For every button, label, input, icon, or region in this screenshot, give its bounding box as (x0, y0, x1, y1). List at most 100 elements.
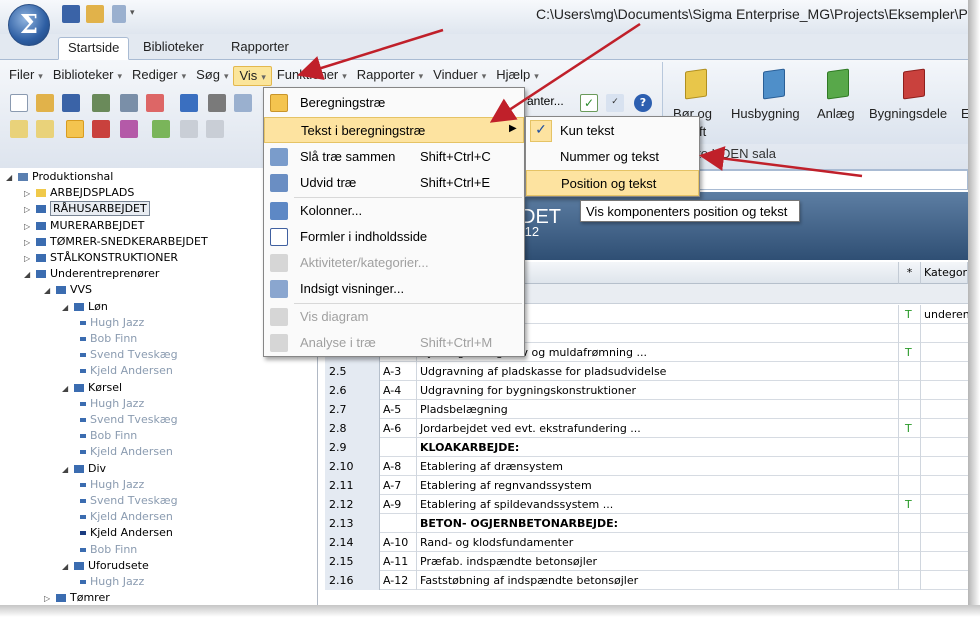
submenu-item-position-og-tekst[interactable]: Position og tekst (526, 170, 699, 196)
expand-toggle-icon[interactable]: ◢ (62, 384, 72, 393)
tree-structure-icon[interactable] (120, 94, 138, 112)
table-view-icon[interactable] (92, 120, 110, 138)
submenu-item-kun-tekst[interactable]: ✓ Kun tekst (526, 118, 699, 144)
tree-node[interactable]: ▷ STÅLKONSTRUKTIONER (24, 251, 178, 267)
tree-node[interactable]: Bob Finn (80, 332, 137, 348)
tree-node[interactable]: ◢ Kørsel (62, 381, 122, 397)
tree-node[interactable]: Bob Finn (80, 429, 137, 445)
tree-node[interactable]: Svend Tveskæg (80, 413, 178, 429)
tree-node[interactable]: ◢ Løn (62, 300, 108, 316)
menu-item-kolonner[interactable]: Kolonner... (264, 198, 524, 224)
expand-toggle-icon[interactable]: ▷ (24, 205, 34, 214)
tree-node[interactable]: Hugh Jazz (80, 397, 144, 413)
chart-icon[interactable] (120, 120, 138, 138)
expand-toggle-icon[interactable]: ▷ (24, 222, 34, 231)
table-row[interactable]: 2.14 A-10 Rand- og klodsfundamenter (325, 533, 968, 552)
grid-header-kategori[interactable]: Kategori (921, 262, 970, 284)
menu-item-indsigt[interactable]: Indsigt visninger... (264, 276, 524, 302)
table-row[interactable]: 2.12 A-9 Etablering af spildevandssystem .… (325, 495, 968, 514)
tree-node[interactable]: Hugh Jazz (80, 575, 144, 591)
table-row[interactable]: 2.11 A-7 Etablering af regnvandssystem (325, 476, 968, 495)
expand-toggle-icon[interactable]: ▷ (44, 594, 54, 603)
tree-node[interactable]: Kjeld Andersen (80, 510, 173, 526)
tree-node[interactable]: ◢ Produktionshal (6, 170, 113, 186)
book-label-husbygning[interactable]: Husbygning (731, 106, 800, 121)
undo-icon[interactable] (112, 5, 126, 23)
table-row[interactable]: 2.8 A-6 Jordarbejdet ved evt. ekstrafunder… (325, 419, 968, 438)
tree-node[interactable]: Kjeld Andersen (80, 445, 173, 461)
expand-toggle-icon[interactable]: ▷ (24, 189, 34, 198)
save-icon[interactable] (62, 94, 80, 112)
book-icon[interactable] (685, 68, 707, 100)
expand-toggle-icon[interactable]: ▷ (24, 254, 34, 263)
menu-biblioteker[interactable]: Biblioteker ▾ (48, 66, 127, 86)
expand-toggle-icon[interactable]: ◢ (24, 270, 34, 279)
table-row[interactable]: 2.15 A-11 Præfab. indspændte betonsøjler (325, 552, 968, 571)
menu-item-formler[interactable]: Formler i indholdsside (264, 224, 524, 250)
tab-startside[interactable]: Startside (58, 37, 130, 60)
menu-vinduer[interactable]: Vinduer ▾ (428, 66, 491, 86)
table-row[interactable]: 2.6 A-4 Udgravning for bygningskonstruktio… (325, 381, 968, 400)
menu-hjaelp[interactable]: Hjælp ▾ (491, 66, 544, 86)
graph-icon[interactable] (152, 120, 170, 138)
menu-item-udvid-trae[interactable]: Udvid træ Shift+Ctrl+E (264, 170, 524, 196)
ribbon-partial-button[interactable]: anter... (527, 94, 564, 108)
tree-node[interactable]: ◢ Div (62, 462, 106, 478)
tree-node[interactable]: Hugh Jazz (80, 316, 144, 332)
grid-header-star[interactable]: * (899, 262, 921, 284)
book-label-anlaeg[interactable]: Anlæg (817, 106, 855, 121)
menu-filer[interactable]: Filer ▾ (4, 66, 48, 86)
help-icon[interactable]: ? (634, 94, 652, 112)
menu-funktioner[interactable]: Funktioner ▾ (272, 66, 352, 86)
menu-item-beregningstrae[interactable]: Beregningstræ (264, 90, 524, 116)
menu-item-tekst-i-beregningstrae[interactable]: Tekst i beregningstræ ▶ (264, 117, 524, 143)
expand-toggle-icon[interactable]: ◢ (44, 286, 54, 295)
quick-access-dropdown-icon[interactable]: ▾ (130, 8, 135, 18)
list-alt-icon[interactable] (36, 120, 54, 138)
tree-node[interactable]: ▷ RÅHUSARBEJDET (24, 201, 150, 218)
expand-toggle-icon[interactable]: ◢ (62, 303, 72, 312)
cut-icon[interactable] (208, 94, 226, 112)
tree-node[interactable]: ◢ VVS (44, 283, 92, 299)
tree-view-icon[interactable] (66, 120, 84, 138)
tab-rapporter[interactable]: Rapporter (222, 37, 298, 60)
copy-icon[interactable] (234, 94, 252, 112)
menu-sog[interactable]: Søg ▾ (191, 66, 233, 86)
table-row[interactable]: 2.16 A-12 Faststøbning af indspændte beton… (325, 571, 968, 590)
calculate-icon[interactable] (92, 94, 110, 112)
expand-toggle-icon[interactable]: ◢ (6, 173, 16, 182)
tree-node[interactable]: ◢ Underentreprenører (24, 267, 159, 283)
search-combobox[interactable] (690, 170, 968, 190)
submenu-item-nummer-og-tekst[interactable]: Nummer og tekst (526, 144, 699, 170)
delete-icon[interactable] (146, 94, 164, 112)
tree-node[interactable]: Hugh Jazz (80, 478, 144, 494)
table-row[interactable]: 2.9 KLOAKARBEJDE: (325, 438, 968, 457)
application-orb-button[interactable]: Σ (8, 4, 50, 46)
tree-node[interactable]: Svend Tveskæg (80, 348, 178, 364)
tab-biblioteker[interactable]: Biblioteker (134, 37, 213, 60)
menu-item-sla-trae-sammen[interactable]: Slå træ sammen Shift+Ctrl+C (264, 144, 524, 170)
book-icon[interactable] (903, 68, 925, 100)
tree-node[interactable]: Svend Tveskæg (80, 494, 178, 510)
tree-node[interactable]: ▷ TØMRER-SNEDKERARBEJDET (24, 235, 208, 251)
undo-icon[interactable] (180, 94, 198, 112)
expand-toggle-icon[interactable]: ◢ (62, 562, 72, 571)
tree-node[interactable]: ◢ Uforudsete (62, 559, 149, 575)
expand-toggle-icon[interactable]: ◢ (62, 465, 72, 474)
book-icon[interactable] (763, 68, 785, 100)
tree-node[interactable]: ▷ ARBEJDSPLADS (24, 186, 134, 202)
check-icon[interactable]: ✓ (580, 94, 598, 112)
book-icon[interactable] (827, 68, 849, 100)
table-row[interactable]: 2.7 A-5 Pladsbelægning (325, 400, 968, 419)
menu-rediger[interactable]: Rediger ▾ (127, 66, 191, 86)
tree-node[interactable]: ▷ MURERARBEJDET (24, 219, 144, 235)
tree-node[interactable]: Bob Finn (80, 543, 137, 559)
list-icon[interactable] (10, 120, 28, 138)
spellcheck-icon[interactable]: ✓ (606, 94, 624, 112)
expand-toggle-icon[interactable]: ▷ (24, 238, 34, 247)
table-row[interactable]: 2.5 A-3 Udgravning af pladskasse for plads… (325, 362, 968, 381)
menu-vis[interactable]: Vis ▾ (233, 66, 272, 86)
book-label-bygningsdele[interactable]: Bygningsdele (869, 106, 947, 121)
menu-rapporter[interactable]: Rapporter ▾ (352, 66, 428, 86)
new-document-icon[interactable] (10, 94, 28, 112)
